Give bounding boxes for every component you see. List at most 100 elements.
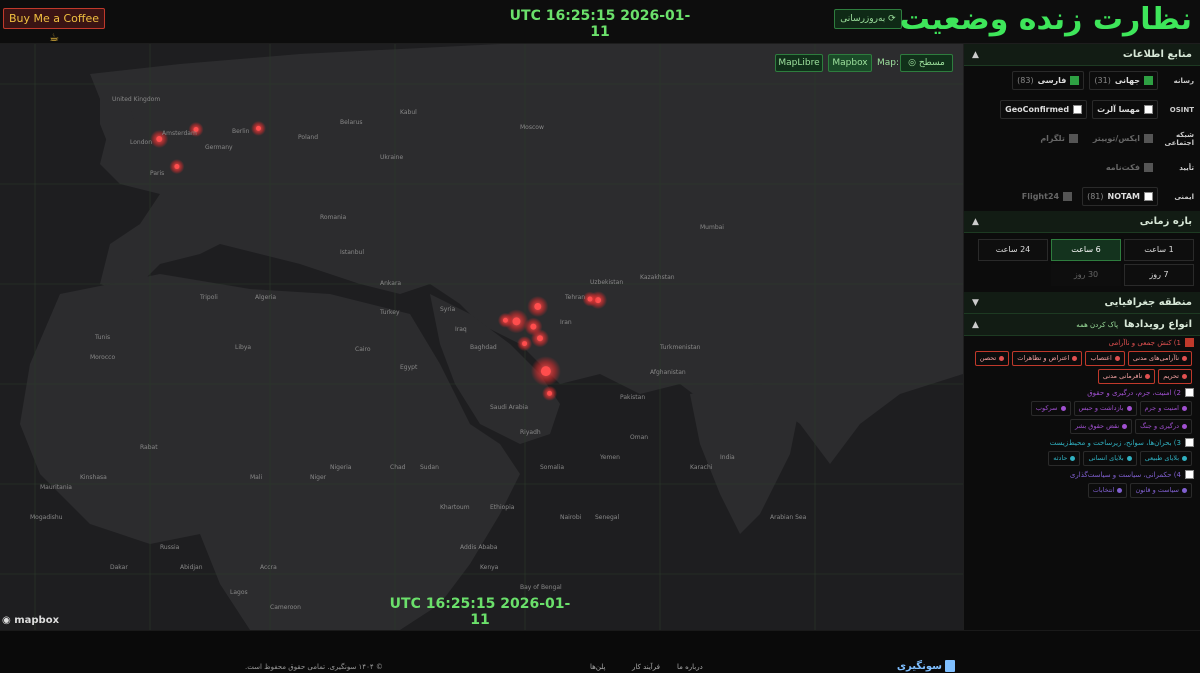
source-checkbox[interactable] [1144, 76, 1153, 85]
map-canvas[interactable] [0, 44, 963, 630]
event-type-chip[interactable]: تحصن [974, 351, 1010, 366]
sources-header[interactable]: منابع اطلاعات ▲ [964, 44, 1200, 66]
event-type-chip[interactable]: نقض حقوق بشر [1070, 419, 1133, 434]
category-title: 1) کنش جمعی و ناآرامی [1108, 338, 1181, 347]
source-checkbox[interactable] [1144, 105, 1153, 114]
buy-me-a-coffee-button[interactable]: Buy Me a Coffee ☕ [3, 8, 105, 44]
event-type-chip[interactable]: بازداشت و حبس [1073, 401, 1137, 416]
hotspot-marker[interactable] [587, 296, 593, 302]
footer-brand[interactable]: سونگیری [897, 661, 942, 672]
event-type-chip[interactable]: سرکوب [1030, 401, 1071, 416]
category-checkbox[interactable] [1185, 388, 1194, 397]
source-toggle[interactable]: تلگرام [1035, 129, 1083, 148]
event-types-title: انواع رویدادها [1124, 319, 1192, 330]
hotspot-marker[interactable] [502, 317, 508, 323]
source-checkbox[interactable] [1063, 192, 1073, 201]
time-range-button[interactable]: 30 روز [1051, 264, 1121, 286]
refresh-button[interactable]: ⟳ به‌روزرسانی [834, 9, 902, 29]
hotspot-marker[interactable] [255, 125, 261, 131]
event-color-dot [1070, 456, 1076, 461]
source-toggle[interactable]: مهسا آلرت [1092, 100, 1158, 119]
hotspot-marker[interactable] [540, 366, 551, 377]
city-label: Senegal [595, 514, 620, 521]
chevron-up-icon[interactable]: ▲ [972, 50, 979, 60]
event-type-chip[interactable]: درگیری و جنگ [1135, 419, 1192, 434]
event-type-chip[interactable]: ناآرامی‌های مدنی [1127, 351, 1192, 366]
source-name: مهسا آلرت [1097, 105, 1140, 114]
event-type-chip[interactable]: تحریم [1158, 369, 1192, 384]
footer-link-process[interactable]: فرآیند کار [632, 663, 660, 671]
event-type-chip[interactable]: امنیت و جرم [1139, 401, 1192, 416]
hotspot-marker[interactable] [530, 323, 537, 330]
source-checkbox[interactable] [1144, 134, 1153, 143]
city-label: Dakar [110, 564, 128, 571]
source-toggle[interactable]: جهانی (31) [1089, 71, 1158, 90]
event-types-header[interactable]: انواع رویدادها پاک کردن همه ▲ [964, 314, 1200, 336]
city-label: Addis Ababa [460, 544, 498, 551]
event-category-toggle[interactable]: 1) کنش جمعی و ناآرامی [964, 336, 1200, 349]
event-type-label: امنیت و جرم [1144, 404, 1180, 412]
source-toggle[interactable]: ایکس/توییتر [1088, 129, 1158, 148]
source-checkbox[interactable] [1073, 105, 1083, 114]
event-type-chip[interactable]: بلایای طبیعی [1139, 451, 1192, 466]
mapbox-button[interactable]: Mapbox [828, 54, 872, 72]
clear-all-link[interactable]: پاک کردن همه [1076, 321, 1118, 329]
source-checkbox[interactable] [1070, 76, 1080, 85]
footer-link-about[interactable]: درباره ما [677, 663, 703, 671]
source-name: فکت‌نامه [1105, 163, 1140, 172]
source-toggle[interactable]: GeoConfirmed [1000, 100, 1088, 119]
city-label: Poland [298, 134, 319, 141]
source-checkbox[interactable] [1068, 134, 1078, 143]
time-range-button[interactable]: 1 ساعت [1124, 239, 1194, 261]
event-category-toggle[interactable]: 2) امنیت، جرم، درگیری و حقوق [964, 386, 1200, 399]
event-type-label: سیاست و قانون [1135, 486, 1179, 494]
event-type-chip[interactable]: انتخابات [1087, 483, 1128, 498]
event-category-toggle[interactable]: 3) بحران‌ها، سوانح، زیرساخت و محیط‌زیست [964, 436, 1200, 449]
source-row-label: تأیید [1179, 163, 1194, 172]
event-type-chip[interactable]: سیاست و قانون [1130, 483, 1192, 498]
city-label: Karachi [690, 464, 713, 471]
hotspot-marker[interactable] [534, 302, 542, 310]
event-type-chip[interactable]: اعتراض و تظاهرات [1012, 351, 1083, 366]
source-toggle[interactable]: فکت‌نامه [1101, 158, 1158, 177]
chevron-up-icon[interactable]: ▲ [972, 217, 979, 227]
event-color-dot [999, 356, 1005, 361]
city-label: Kenya [480, 564, 499, 571]
sources-title: منابع اطلاعات [1122, 49, 1192, 60]
source-toggle[interactable]: NOTAM (81) [1082, 187, 1158, 206]
event-category-toggle[interactable]: 4) حکمرانی، سیاست و سیاست‌گذاری [964, 468, 1200, 481]
event-type-chip[interactable]: اعتصاب [1085, 351, 1125, 366]
mapbox-logo[interactable]: ◉ mapbox [2, 615, 59, 626]
hotspot-marker[interactable] [174, 164, 180, 170]
hotspot-marker[interactable] [536, 335, 543, 342]
category-checkbox[interactable] [1185, 338, 1194, 347]
event-color-dot [1182, 406, 1187, 411]
source-toggle[interactable]: فارسی (83) [1012, 71, 1085, 90]
chevron-down-icon[interactable]: ▼ [972, 298, 979, 308]
time-range-button[interactable]: 6 ساعت [1051, 239, 1121, 261]
category-checkbox[interactable] [1185, 470, 1194, 479]
source-checkbox[interactable] [1144, 163, 1153, 172]
source-toggle[interactable]: Flight24 [1017, 187, 1077, 206]
category-checkbox[interactable] [1185, 438, 1194, 447]
event-type-chip[interactable]: بلایای انسانی [1083, 451, 1137, 466]
hotspot-marker[interactable] [512, 317, 521, 326]
hotspot-marker[interactable] [522, 341, 528, 347]
chevron-up-icon[interactable]: ▲ [972, 320, 979, 330]
city-label: Niger [310, 474, 327, 481]
hotspot-marker[interactable] [547, 390, 553, 396]
event-type-chip[interactable]: نافرمانی مدنی [1097, 369, 1156, 384]
flat-projection-button[interactable]: ◎ مسطح [900, 54, 953, 72]
event-type-chip[interactable]: حادثه [1048, 451, 1081, 466]
time-range-button[interactable]: 24 ساعت [978, 239, 1048, 261]
maplibre-button[interactable]: MapLibre [775, 54, 823, 72]
city-label: Mogadishu [30, 514, 63, 521]
city-label: Abidjan [180, 564, 203, 571]
footer-link-plans[interactable]: پلن‌ها [590, 663, 605, 671]
geo-region-header[interactable]: منطقه جغرافیایی ▼ [964, 292, 1200, 314]
map-view[interactable]: United Kingdom London Amsterdam Berlin Paris… [0, 44, 963, 630]
source-checkbox[interactable] [1144, 192, 1153, 201]
city-label: Iraq [455, 326, 467, 333]
time-range-header[interactable]: بازه زمانی ▲ [964, 211, 1200, 233]
time-range-button[interactable]: 7 روز [1124, 264, 1194, 286]
